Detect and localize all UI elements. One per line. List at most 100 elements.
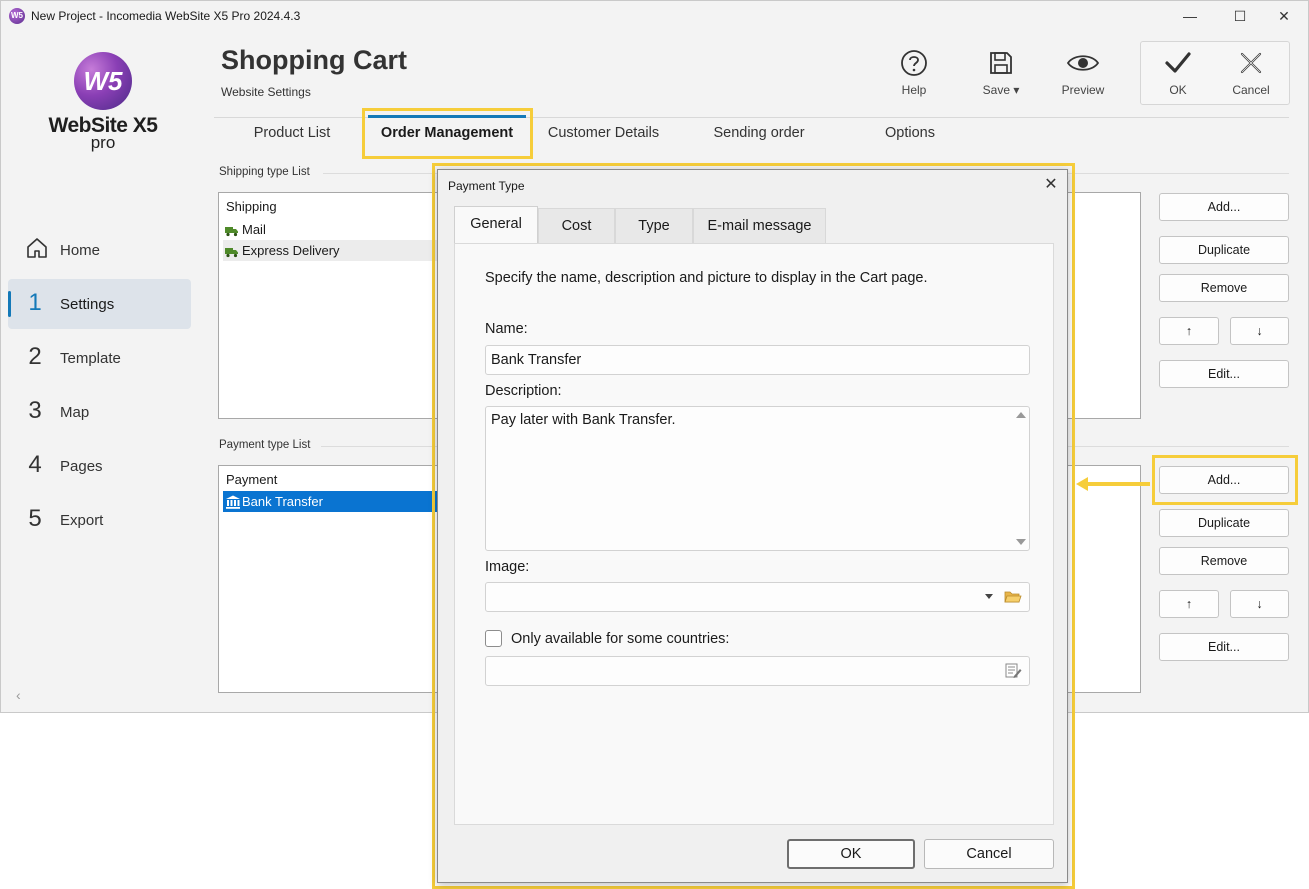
dialog-tab-general[interactable]: General [454,206,538,244]
help-button[interactable]: Help [879,47,949,103]
intro-text: Specify the name, description and pictur… [485,270,928,286]
chevron-down-icon[interactable] [985,594,993,599]
description-label: Description: [485,383,562,399]
bank-icon [225,494,241,515]
shipping-move-down-button[interactable]: ↓ [1230,317,1289,345]
payment-remove-button[interactable]: Remove [1159,547,1289,575]
window-title: New Project - Incomedia WebSite X5 Pro 2… [31,9,301,23]
nav-label: Settings [60,296,115,313]
collapse-sidebar-icon[interactable]: ‹ [16,687,21,703]
list-header: Shipping [226,199,277,214]
maximize-button[interactable]: ☐ [1217,1,1263,33]
nav-label: Pages [60,458,103,475]
list-header: Payment [226,472,278,487]
nav-item-export[interactable]: 5 Export [8,495,191,545]
ok-label: OK [1169,83,1187,97]
countries-checkbox[interactable] [485,630,502,647]
dialog-close-button[interactable]: ✕ [1041,174,1061,194]
payment-duplicate-button[interactable]: Duplicate [1159,509,1289,537]
shipping-section-label: Shipping type List [219,166,310,178]
dialog-tab-email-message[interactable]: E-mail message [693,208,826,244]
tab-sending-order[interactable]: Sending order [701,125,817,141]
payment-move-down-button[interactable]: ↓ [1230,590,1289,618]
title-bar: W5 New Project - Incomedia WebSite X5 Pr… [1,1,1308,33]
nav-number: 4 [28,451,42,478]
list-item[interactable]: Express Delivery [223,240,443,261]
nav-number: 3 [28,397,42,424]
page-title: Shopping Cart [221,45,407,75]
minimize-button[interactable]: — [1167,1,1213,33]
countries-label: Only available for some countries: [511,631,730,647]
nav-item-settings[interactable]: 1 Settings [8,279,191,329]
dialog-cancel-button[interactable]: Cancel [924,839,1054,869]
callout-arrow-head [1076,477,1088,491]
general-tab-panel: Specify the name, description and pictur… [454,243,1054,825]
nav-item-template[interactable]: 2 Template [8,333,191,383]
save-label: Save ▾ [982,83,1020,97]
edit-list-icon[interactable] [1005,663,1022,683]
shipping-edit-button[interactable]: Edit... [1159,360,1289,388]
preview-button[interactable]: Preview [1048,47,1118,103]
description-textarea[interactable]: Pay later with Bank Transfer. [485,406,1030,551]
close-window-button[interactable]: ✕ [1261,1,1307,33]
dialog-ok-button[interactable]: OK [787,839,915,869]
scroll-down-icon[interactable] [1016,539,1026,545]
list-item-label: Bank Transfer [242,494,323,509]
save-icon [966,47,1036,79]
x-icon [1216,47,1286,79]
dialog-tab-cost[interactable]: Cost [538,208,615,244]
truck-icon [225,243,239,264]
shipping-add-button[interactable]: Add... [1159,193,1289,221]
list-item[interactable]: Bank Transfer [223,491,443,512]
dialog-title: Payment Type [448,179,525,193]
highlight-frame [362,108,533,159]
nav-item-pages[interactable]: 4 Pages [8,441,191,491]
eye-icon [1048,47,1118,79]
image-label: Image: [485,559,530,575]
folder-icon[interactable] [1004,589,1022,608]
preview-label: Preview [1061,83,1105,97]
cancel-button[interactable]: Cancel [1216,47,1286,103]
list-item[interactable]: Mail [223,219,443,240]
shipping-move-up-button[interactable]: ↑ [1159,317,1219,345]
name-label: Name: [485,321,528,337]
payment-section-label: Payment type List [219,439,311,451]
payment-type-dialog: Payment Type ✕ General Cost Type E-mail … [437,169,1068,883]
nav-number: 5 [28,505,42,532]
active-indicator [8,291,11,317]
product-logo: W5 WebSite X5 pro [41,49,165,159]
help-icon [879,47,949,79]
nav-item-home[interactable]: Home [8,225,191,275]
logo-mark: W5 [74,52,132,110]
shipping-duplicate-button[interactable]: Duplicate [1159,236,1289,264]
image-combobox[interactable] [485,582,1030,612]
dialog-tab-type[interactable]: Type [615,208,693,244]
nav-label: Template [60,350,121,367]
list-item-label: Mail [242,222,266,237]
home-icon [25,236,47,267]
scroll-up-icon[interactable] [1016,412,1026,418]
tab-product-list[interactable]: Product List [241,125,343,141]
logo-edition: pro [90,133,116,152]
help-label: Help [901,83,927,97]
shipping-remove-button[interactable]: Remove [1159,274,1289,302]
nav-item-map[interactable]: 3 Map [8,387,191,437]
nav-number: 2 [28,343,42,370]
cancel-label: Cancel [1232,83,1270,97]
nav-number: 1 [28,289,42,316]
app-icon: W5 [9,8,25,24]
payment-edit-button[interactable]: Edit... [1159,633,1289,661]
payment-move-up-button[interactable]: ↑ [1159,590,1219,618]
highlight-frame [1152,455,1298,505]
list-item-label: Express Delivery [242,243,340,258]
page-subtitle: Website Settings [221,85,311,99]
countries-input[interactable] [485,656,1030,686]
tab-customer-details[interactable]: Customer Details [541,125,666,141]
nav-label: Export [60,512,104,529]
tab-options[interactable]: Options [871,125,949,141]
ok-button[interactable]: OK [1143,47,1213,103]
nav-label: Map [60,404,90,421]
name-input[interactable]: Bank Transfer [485,345,1030,375]
description-value: Pay later with Bank Transfer. [491,412,676,428]
save-button[interactable]: Save ▾ [966,47,1036,103]
